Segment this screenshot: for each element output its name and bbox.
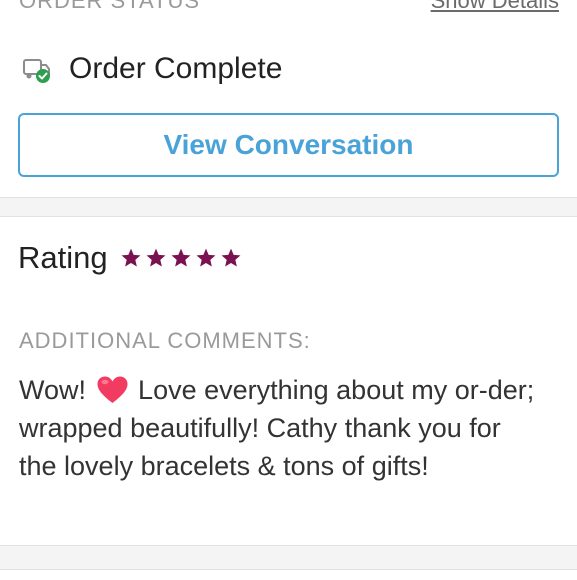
show-details-link[interactable]: Show Details	[431, 0, 559, 14]
delivery-truck-check-icon	[22, 54, 52, 84]
heart-icon	[96, 375, 129, 405]
order-status-row: Order Complete	[22, 52, 282, 86]
order-status-text: Order Complete	[69, 52, 283, 85]
view-conversation-button[interactable]: View Conversation	[18, 113, 559, 177]
star-icon	[121, 248, 141, 267]
additional-comments-label: ADDITIONAL COMMENTS:	[19, 328, 311, 353]
rating-stars	[120, 247, 242, 269]
star-icon	[146, 248, 166, 267]
comment-text: Wow! Love everything about my or-der; wr…	[19, 371, 539, 485]
order-status-section: ORDER STATUS Show Details Order Complete…	[0, 0, 577, 197]
rating-row: Rating	[18, 238, 242, 278]
star-icon	[221, 248, 241, 267]
order-details-page: ORDER STATUS Show Details Order Complete…	[0, 0, 577, 580]
star-icon	[171, 248, 191, 267]
order-status-label: ORDER STATUS	[19, 0, 201, 13]
star-icon	[196, 248, 216, 267]
section-divider-bottom	[0, 545, 577, 570]
rating-label: Rating	[18, 240, 108, 275]
section-divider	[0, 197, 577, 217]
comment-text-start: Wow!	[19, 375, 87, 405]
